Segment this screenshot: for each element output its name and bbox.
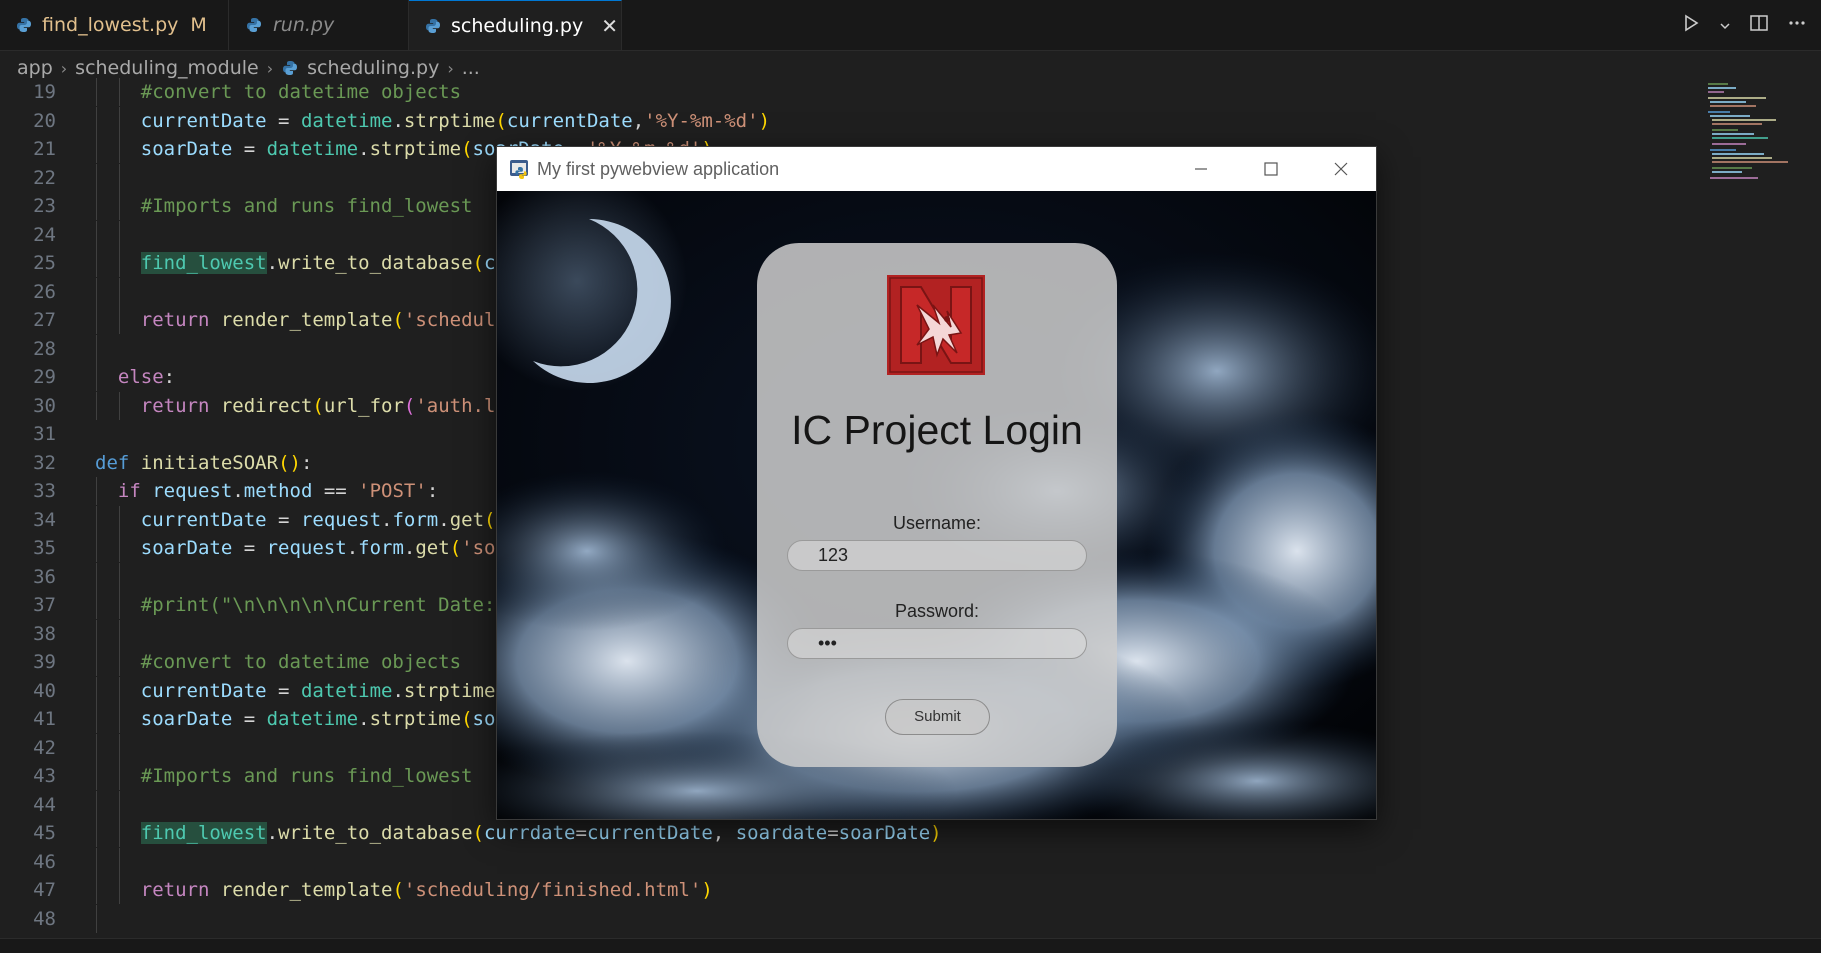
split-editor-icon[interactable]	[1749, 13, 1769, 38]
login-card: IC Project Login Username: 123 Password:…	[757, 243, 1117, 767]
password-input[interactable]: •••	[787, 628, 1087, 659]
code-line: 47 return render_template('scheduling/fi…	[0, 876, 1700, 904]
line-number: 37	[33, 594, 56, 616]
chevron-right-icon: ›	[60, 58, 68, 78]
line-number: 25	[33, 252, 56, 274]
code-text: currentDate = datetime.strptime(currentD…	[140, 109, 771, 132]
line-number: 40	[33, 679, 56, 702]
tab-label: scheduling.py	[451, 14, 584, 37]
line-number: 21	[33, 138, 56, 160]
line-number: 39	[33, 651, 56, 673]
python-file-icon	[16, 16, 32, 34]
python-file-icon	[245, 16, 263, 34]
tab-find-lowest[interactable]: find_lowest.py M	[0, 0, 229, 50]
code-text: #print("\n\n\n\n\nCurrent Date: ")	[140, 594, 530, 616]
line-number: 35	[33, 537, 56, 559]
app-icon	[509, 158, 531, 180]
submit-button[interactable]: Submit	[885, 699, 990, 735]
window-controls	[1166, 147, 1376, 191]
editor-actions	[1681, 0, 1821, 50]
tab-label: find_lowest.py	[42, 14, 179, 36]
line-number: 45	[33, 822, 56, 844]
tab-label: run.py	[273, 14, 335, 36]
tab-run[interactable]: run.py	[229, 0, 409, 50]
close-window-icon[interactable]	[1306, 147, 1376, 191]
school-logo-icon	[887, 275, 985, 375]
tab-scheduling[interactable]: scheduling.py ✕	[409, 0, 622, 50]
line-number: 38	[33, 622, 56, 645]
webview-content: IC Project Login Username: 123 Password:…	[497, 191, 1376, 819]
line-number: 34	[33, 508, 56, 531]
chevron-down-icon[interactable]	[1719, 13, 1731, 37]
pywebview-window: My first pywebview application IC Projec…	[497, 147, 1376, 819]
line-number: 43	[33, 765, 56, 787]
line-number: 42	[33, 736, 56, 759]
close-tab-icon[interactable]: ✕	[601, 14, 618, 38]
run-icon[interactable]	[1681, 13, 1701, 38]
code-line: 19 #convert to datetime objects	[0, 78, 1700, 106]
line-number: 19	[33, 81, 56, 103]
minimize-icon[interactable]	[1166, 147, 1236, 191]
code-line: 46	[0, 847, 1700, 876]
maximize-icon[interactable]	[1236, 147, 1306, 191]
line-number: 33	[33, 480, 56, 502]
editor-tab-bar: find_lowest.py M run.py scheduling.py ✕	[0, 0, 1821, 51]
line-number: 47	[33, 879, 56, 901]
code-text: #Imports and runs find_lowest	[140, 765, 473, 787]
code-text: return render_template('scheduling/finis…	[140, 879, 713, 901]
line-number: 28	[33, 337, 56, 360]
line-number: 30	[33, 394, 56, 417]
modified-indicator: M	[190, 14, 207, 36]
code-text: #convert to datetime objects	[140, 81, 462, 103]
minimap[interactable]	[1706, 80, 1791, 190]
username-input[interactable]: 123	[787, 540, 1087, 571]
code-text: find_lowest.write_to_database(currdate=c…	[140, 822, 942, 844]
chevron-right-icon: ›	[447, 58, 454, 78]
code-text: else:	[117, 366, 176, 388]
login-heading: IC Project Login	[791, 407, 1083, 453]
breadcrumb-item[interactable]: scheduling.py	[307, 57, 439, 79]
code-line: 48	[0, 904, 1700, 933]
line-number: 32	[33, 451, 56, 474]
line-number: 23	[33, 195, 56, 217]
breadcrumb-item[interactable]: scheduling_module	[75, 57, 259, 79]
line-number: 46	[33, 850, 56, 873]
line-number: 29	[33, 366, 56, 388]
breadcrumb-item[interactable]: app	[17, 57, 53, 79]
breadcrumb-item[interactable]: ...	[462, 57, 480, 79]
python-file-icon	[425, 17, 441, 35]
window-title: My first pywebview application	[537, 158, 780, 179]
line-number: 26	[33, 280, 56, 303]
line-number: 27	[33, 309, 56, 331]
line-number: 36	[33, 565, 56, 588]
code-line: 20 currentDate = datetime.strptime(curre…	[0, 106, 1700, 135]
code-line: 45 find_lowest.write_to_database(currdat…	[0, 819, 1700, 847]
username-label: Username:	[892, 513, 982, 533]
window-title-bar[interactable]: My first pywebview application	[497, 147, 1376, 191]
password-label: Password:	[894, 601, 980, 621]
chevron-right-icon: ›	[266, 58, 274, 78]
code-text: def initiateSOAR():	[95, 451, 313, 474]
line-number: 41	[33, 708, 56, 730]
code-text: #Imports and runs find_lowest	[140, 195, 473, 217]
status-bar	[0, 938, 1821, 953]
more-actions-icon[interactable]	[1787, 13, 1807, 38]
python-file-icon	[281, 59, 299, 77]
line-number: 48	[33, 907, 56, 930]
code-text: if request.method == 'POST':	[117, 480, 439, 502]
line-number: 20	[33, 109, 56, 132]
line-number: 44	[33, 793, 56, 816]
line-number: 22	[33, 166, 56, 189]
code-text: #convert to datetime objects	[140, 651, 462, 673]
code-text: soarDate = datetime.strptime(soarDate	[140, 708, 564, 730]
line-number: 31	[33, 423, 56, 445]
line-number: 24	[33, 223, 56, 246]
